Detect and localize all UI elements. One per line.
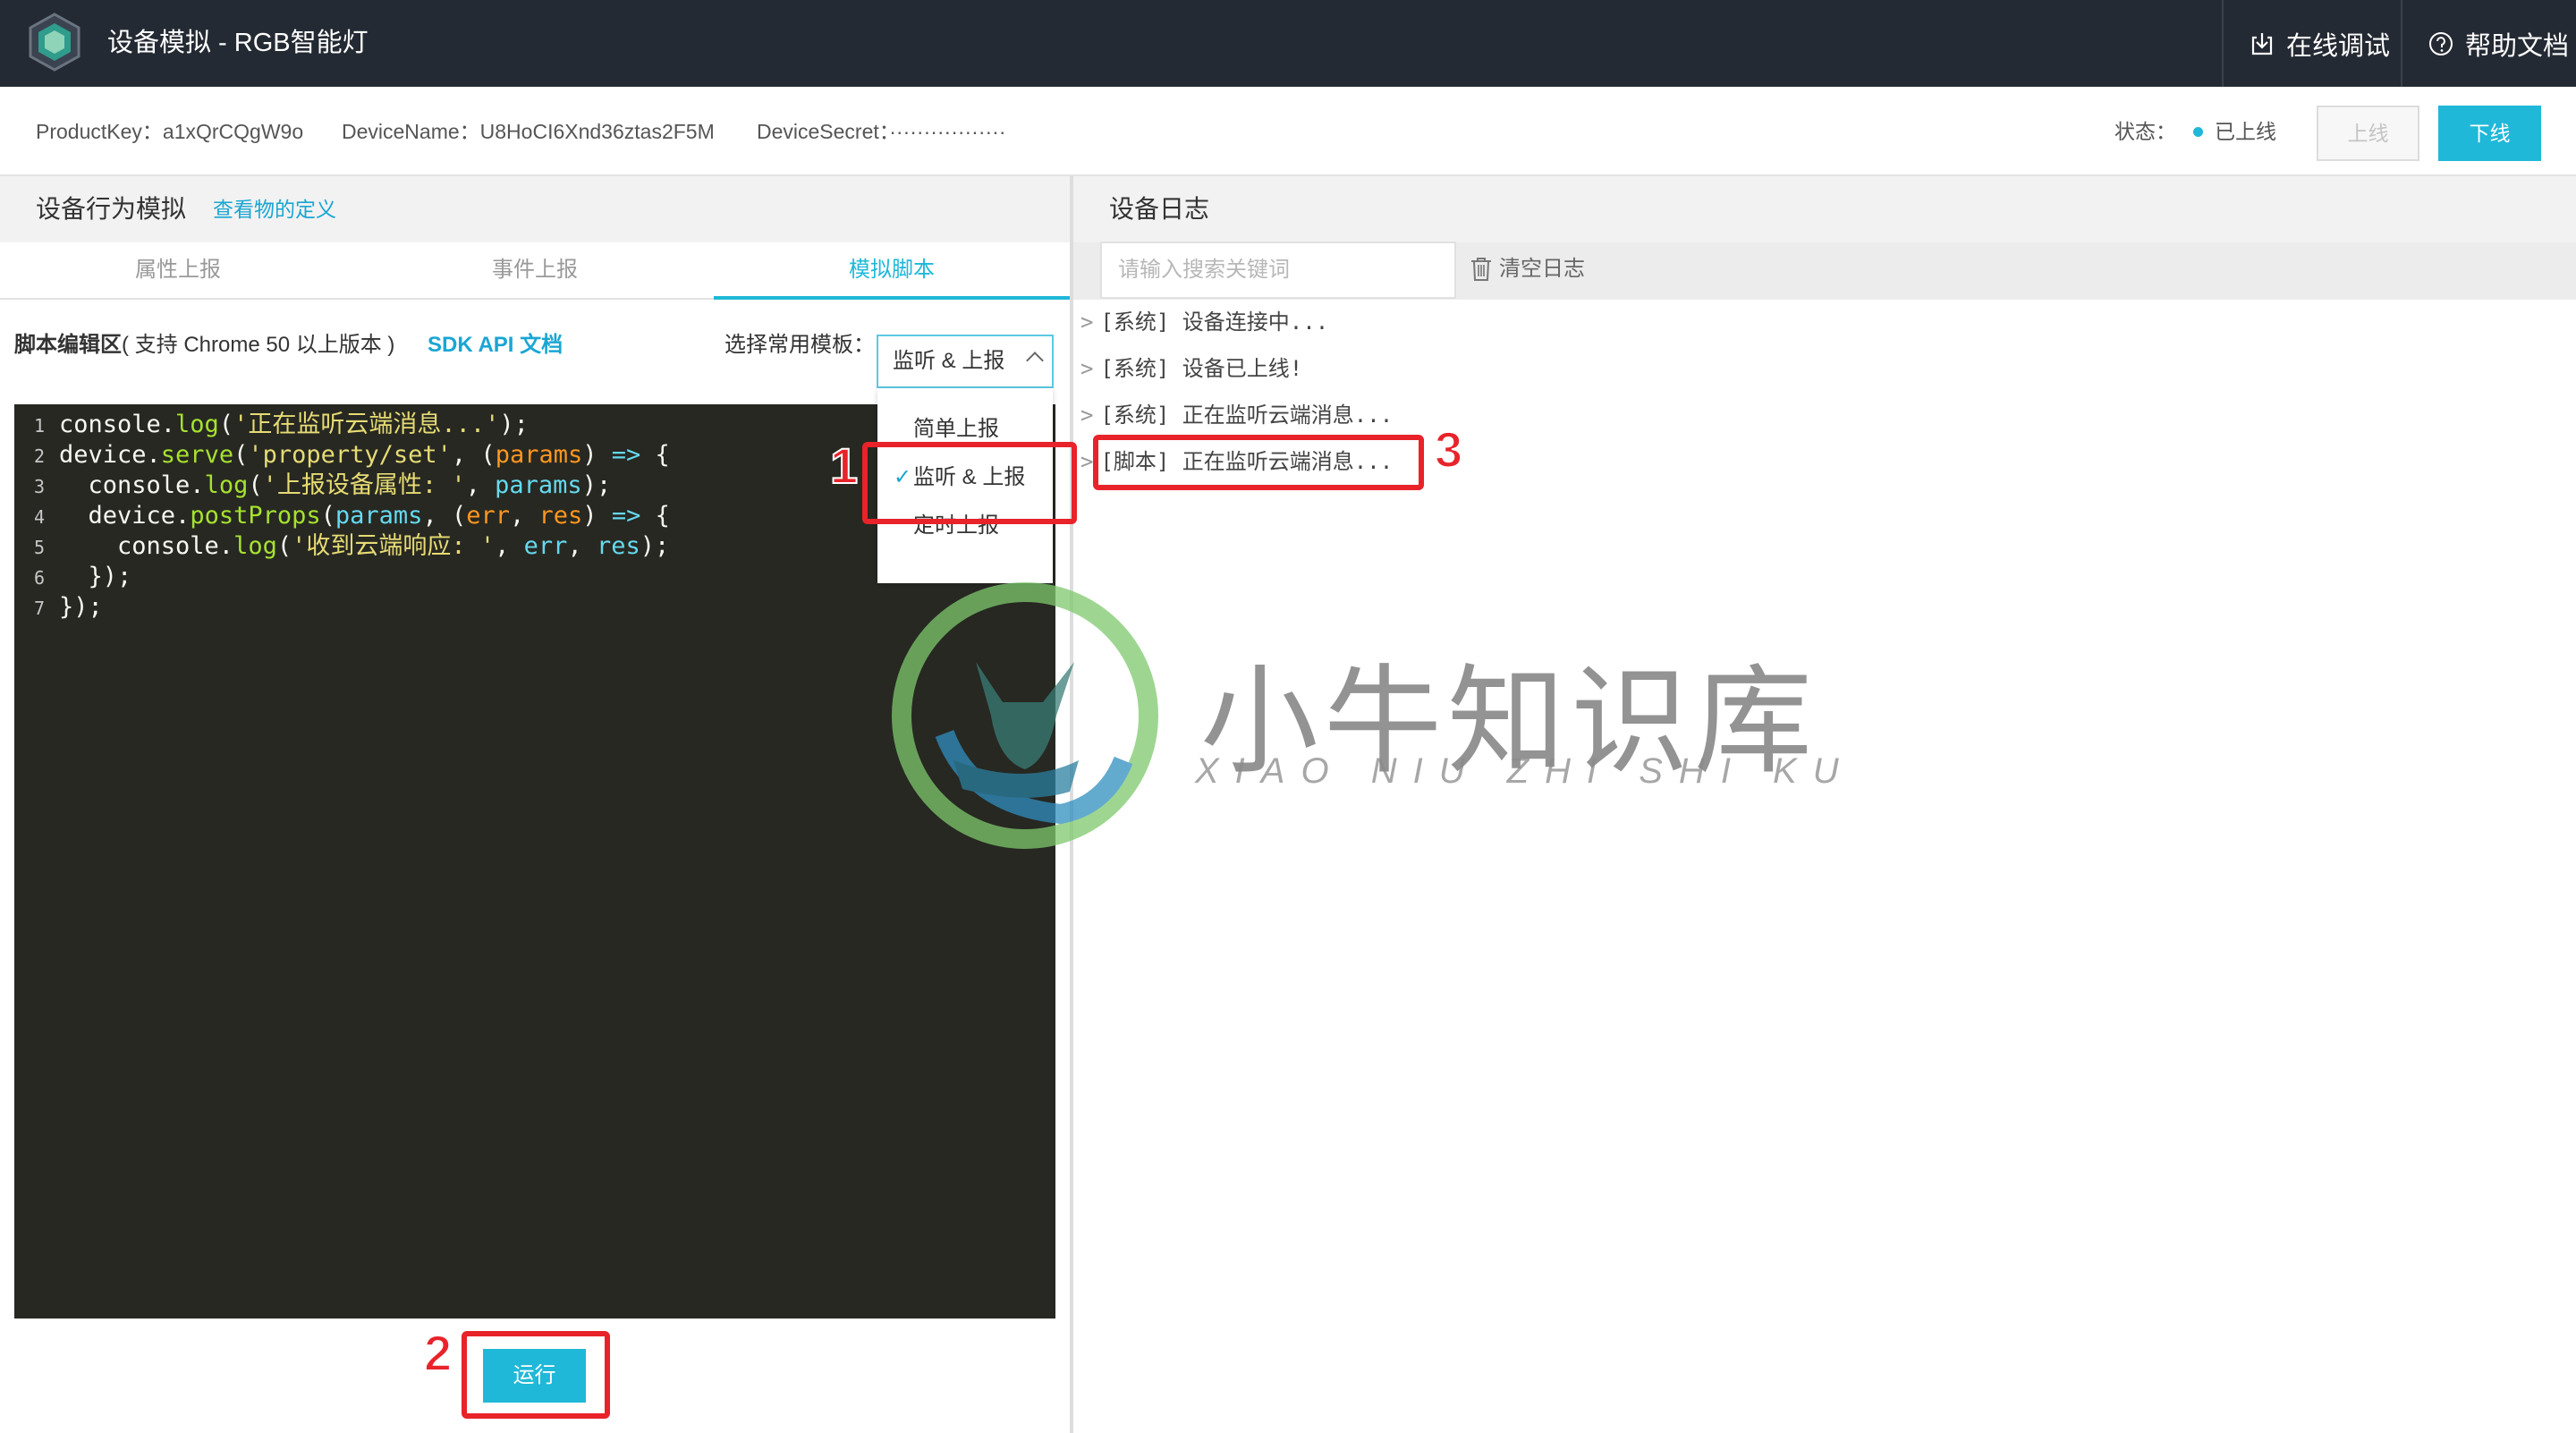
- simulation-tabs: 属性上报 事件上报 模拟脚本: [0, 242, 1070, 300]
- device-log-title: 设备日志: [1109, 195, 1210, 223]
- behavior-simulation-title: 设备行为模拟: [36, 195, 187, 223]
- tab-simulation-script[interactable]: 模拟脚本: [714, 242, 1070, 300]
- annotation-box-run: [462, 1331, 610, 1419]
- tab-property-report[interactable]: 属性上报: [0, 242, 356, 300]
- chevron-up-icon: [1026, 352, 1044, 369]
- annotation-number-3: 3: [1434, 420, 1463, 479]
- device-info-bar: ProductKey：a1xQrCQgW9o DeviceName：U8HoCI…: [0, 87, 2576, 176]
- log-entry: > [系统] 正在监听云端消息...: [1080, 397, 1393, 433]
- trash-icon: [1471, 258, 1491, 281]
- template-selected-value: 监听 & 上报: [893, 349, 1005, 373]
- log-search-input[interactable]: [1100, 242, 1456, 299]
- behavior-simulation-header: 设备行为模拟 查看物的定义: [0, 176, 1070, 242]
- product-key: ProductKey：a1xQrCQgW9o: [36, 120, 304, 143]
- status-online-indicator: [2193, 127, 2203, 137]
- clear-log-button[interactable]: 清空日志: [1469, 251, 1585, 287]
- status-label: 状态：: [2114, 120, 2176, 143]
- status-value: 已上线: [2215, 120, 2276, 143]
- top-bar: 设备模拟 - RGB智能灯 在线调试 帮助文档: [0, 0, 2576, 87]
- help-docs-button[interactable]: 帮助文档: [2401, 0, 2576, 87]
- chevron-right-icon: >: [1080, 356, 1094, 381]
- device-name: DeviceName：U8HoCI6Xnd36ztas2F5M: [342, 120, 715, 143]
- annotation-box-log: [1093, 435, 1424, 490]
- sdk-api-docs-link[interactable]: SDK API 文档: [428, 327, 563, 363]
- log-entry: > [系统] 设备连接中...: [1080, 304, 1328, 340]
- help-icon: [2429, 31, 2453, 55]
- app-logo-icon: [29, 13, 80, 72]
- chevron-right-icon: >: [1080, 449, 1094, 474]
- log-entry-text: [系统] 设备连接中...: [1100, 309, 1329, 335]
- annotation-box-template: [862, 442, 1077, 524]
- template-select[interactable]: 监听 & 上报: [877, 335, 1054, 388]
- view-definition-link[interactable]: 查看物的定义: [213, 176, 336, 242]
- download-icon: [2251, 32, 2273, 55]
- template-label: 选择常用模板：: [724, 333, 875, 357]
- tab-event-report[interactable]: 事件上报: [357, 242, 713, 300]
- editor-area-label: 脚本编辑区( 支持 Chrome 50 以上版本 ): [14, 327, 394, 363]
- online-button[interactable]: 上线: [2317, 106, 2419, 161]
- online-debug-label: 在线调试: [2286, 31, 2391, 61]
- log-entry-text: [系统] 正在监听云端消息...: [1100, 403, 1394, 428]
- device-log-header: 设备日志: [1073, 176, 2576, 242]
- offline-button[interactable]: 下线: [2438, 106, 2541, 161]
- log-entry: > [系统] 设备已上线!: [1080, 351, 1302, 386]
- device-secret: DeviceSecret：·················: [757, 120, 1006, 143]
- watermark-subtext: XIAO NIU ZHI SHI KU: [1195, 751, 1855, 791]
- help-docs-label: 帮助文档: [2465, 31, 2570, 61]
- watermark-logo-icon: [892, 582, 1158, 849]
- editor-label-bold: 脚本编辑区: [14, 333, 122, 357]
- annotation-number-1: 1: [829, 437, 859, 495]
- annotation-number-2: 2: [423, 1324, 453, 1382]
- editor-label-note: ( 支持 Chrome 50 以上版本 ): [122, 333, 395, 357]
- online-debug-button[interactable]: 在线调试: [2222, 0, 2401, 87]
- chevron-right-icon: >: [1080, 403, 1094, 428]
- log-entry-text: [系统] 设备已上线!: [1100, 356, 1303, 381]
- chevron-right-icon: >: [1080, 309, 1094, 335]
- app-title: 设备模拟 - RGB智能灯: [107, 29, 369, 57]
- clear-log-label: 清空日志: [1499, 257, 1585, 281]
